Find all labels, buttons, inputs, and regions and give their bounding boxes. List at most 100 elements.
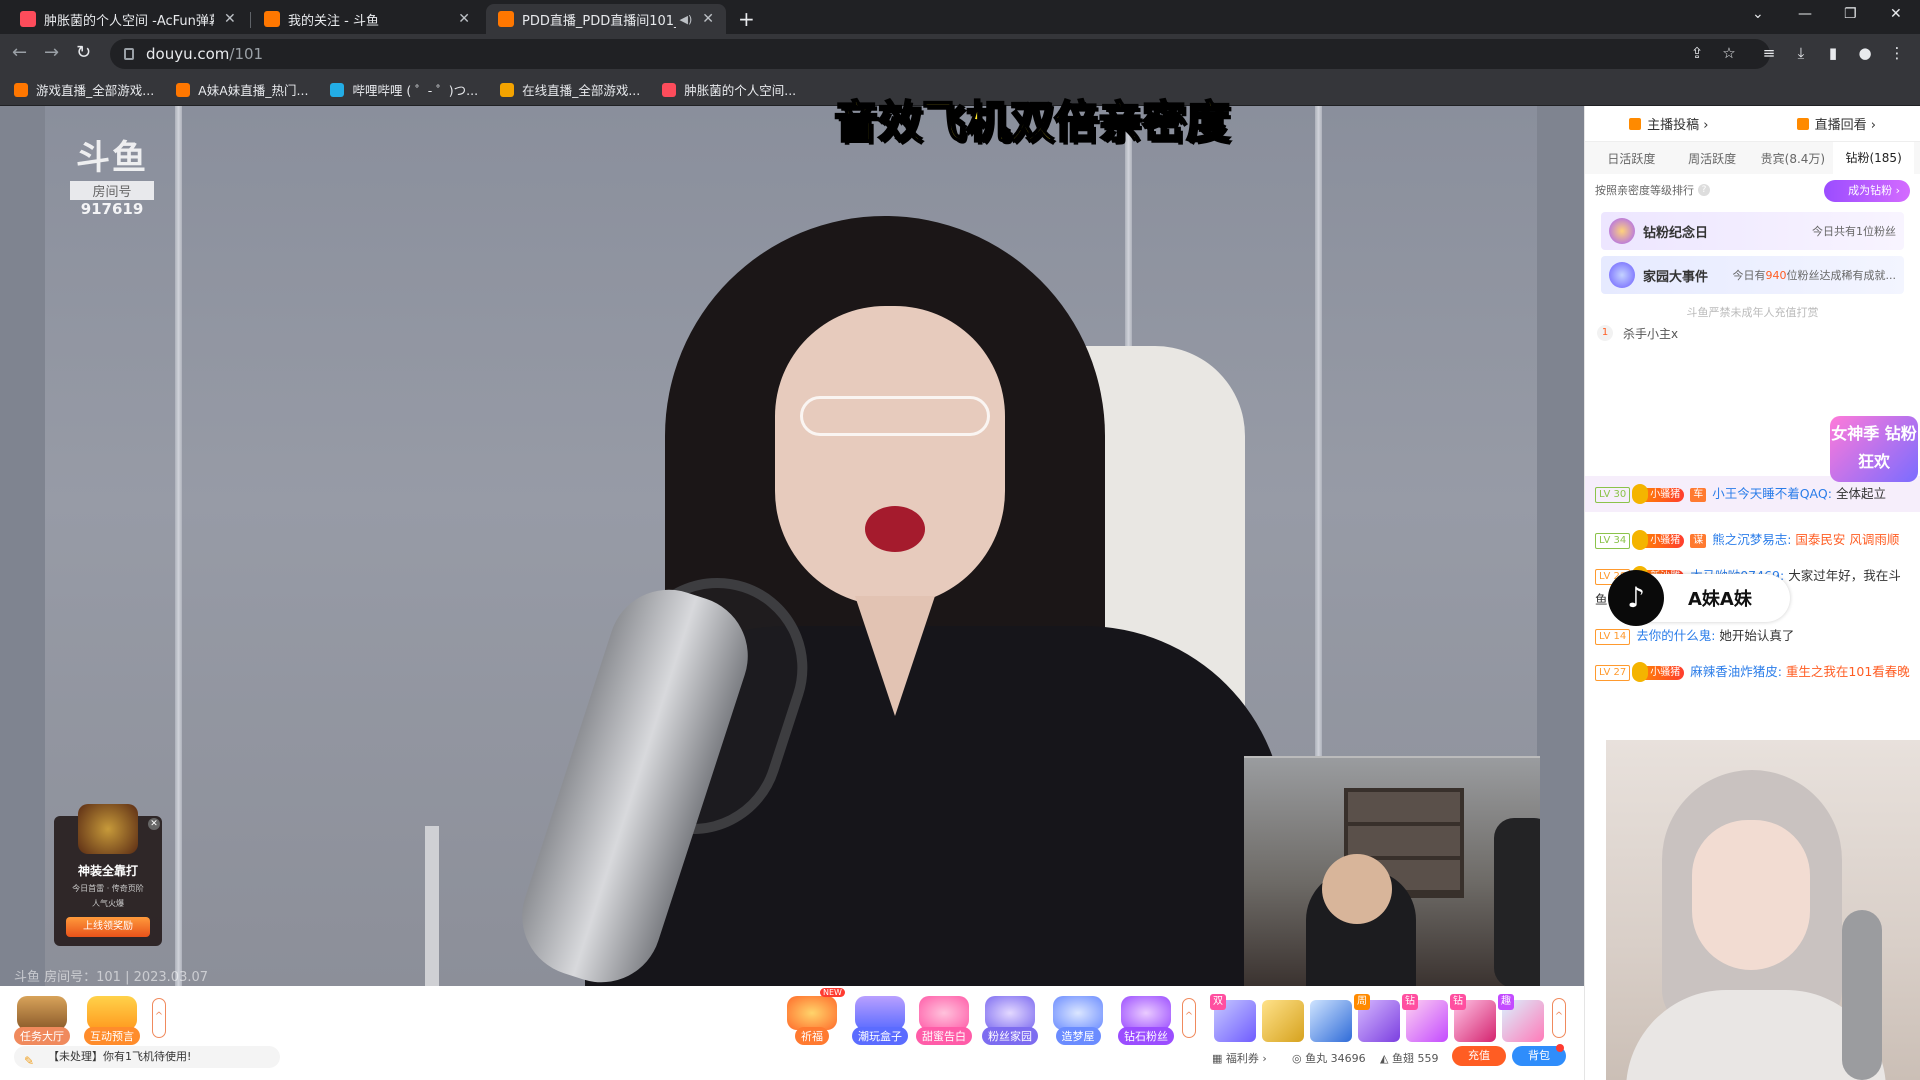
fan-badge: 小骚猪 — [1632, 662, 1685, 682]
welfare-coupon-link[interactable]: ▦ 福利券 › — [1212, 1050, 1267, 1066]
trend-box-icon — [855, 996, 905, 1030]
tab-acfun[interactable]: 肿胀菌的个人空间 -AcFun弹幕视 ✕ — [8, 4, 248, 34]
trend-box-button[interactable]: 潮玩盒子 — [852, 996, 908, 1045]
close-icon[interactable]: ✕ — [702, 11, 714, 27]
diamond-icon — [1121, 996, 1171, 1030]
picture-in-picture-cam — [1244, 756, 1540, 986]
red-dot-badge — [1556, 1044, 1564, 1052]
lock-icon — [124, 48, 134, 60]
tab-separator — [250, 12, 251, 28]
speaker-icon[interactable]: ◀) — [680, 13, 693, 26]
anchor-posts-label: 主播投稿 — [1647, 118, 1700, 133]
pip-streamer-head — [1322, 854, 1392, 924]
tiktok-logo-icon: ♪ — [1608, 570, 1664, 626]
forward-arrow-icon[interactable]: → — [44, 42, 59, 63]
bookmark-item[interactable]: 肿胀菌的个人空间... — [662, 80, 796, 99]
gift-plane-icon[interactable]: 双 — [1210, 994, 1256, 1042]
fan-home-button[interactable]: 粉丝家园 — [982, 996, 1038, 1045]
task-hall-label: 任务大厅 — [14, 1027, 70, 1045]
facecam-microphone — [1842, 910, 1882, 1080]
become-diamond-fan-label: 成为钻粉 — [1848, 184, 1893, 197]
download-icon[interactable]: ⤓ — [1792, 44, 1810, 62]
chat-message[interactable]: LV 34 小骚猪谋熊之沉梦易志: 国泰民安 风调雨顺 — [1585, 522, 1920, 558]
bookmark-item[interactable]: 哔哩哔哩 ( ゜- ゜)つ... — [330, 80, 478, 99]
window-close-icon[interactable]: ✕ — [1890, 6, 1902, 22]
chat-text: 全体起立 — [1835, 486, 1886, 501]
new-tab-plus-icon[interactable]: + — [738, 7, 755, 31]
rank-row[interactable]: 1 杀手小主x — [1585, 320, 1920, 346]
dream-house-button[interactable]: 造梦屋 — [1050, 996, 1106, 1045]
chat-message[interactable]: LV 27 小骚猪 麻辣香油炸猪皮: 重生之我在101看春晚 — [1585, 654, 1920, 690]
prediction-button[interactable]: 互动预言 — [84, 996, 140, 1045]
tab-daily-activity[interactable]: 日活跃度 — [1591, 150, 1672, 167]
minimize-icon[interactable]: — — [1798, 6, 1812, 22]
diamond-fan-button[interactable]: 钻石粉丝 — [1118, 996, 1174, 1045]
tab-diamond-fans[interactable]: 钻粉(185) — [1833, 142, 1914, 174]
tab-title: 肿胀菌的个人空间 -AcFun弹幕视 — [44, 13, 214, 29]
tab-douyu-follow[interactable]: 我的关注 - 斗鱼 ✕ — [252, 4, 482, 34]
home-event-icon — [1609, 262, 1635, 288]
tab-search-chevron-icon[interactable]: ⌄ — [1752, 6, 1764, 22]
level-badge: LV 30 — [1595, 487, 1631, 503]
become-diamond-fan-button[interactable]: 成为钻粉 › — [1824, 180, 1910, 202]
gift-card-icon[interactable]: 趣 — [1498, 994, 1544, 1042]
goddess-event-badge[interactable]: 女神季 钻粉狂欢 — [1830, 416, 1918, 482]
expand-left-icon[interactable]: ^ — [152, 998, 166, 1038]
banner-sub: 今日有940位粉丝达成稀有成就... — [1733, 267, 1897, 283]
close-icon[interactable]: ✕ — [224, 11, 236, 27]
help-icon[interactable]: ? — [1698, 184, 1710, 196]
media-control-icon[interactable]: ≡ — [1760, 44, 1778, 62]
chat-username[interactable]: 去你的什么鬼: — [1636, 628, 1715, 643]
chat-username[interactable]: 熊之沉梦易志: — [1712, 532, 1791, 547]
anchor-posts-link[interactable]: 主播投稿 › — [1629, 114, 1708, 133]
address-bar[interactable]: douyu.com/101 — [110, 39, 1770, 69]
game-promo-card[interactable]: ✕ 神装全靠打 今日首雷 · 传奇页阶 人气火爆 上线领奖励 — [54, 804, 162, 946]
claim-reward-button[interactable]: 上线领奖励 — [66, 917, 150, 937]
video-player[interactable]: 斗鱼 房间号 917619 ✕ 神装全靠打 今日首雷 · 传奇页阶 人气火爆 上… — [0, 106, 1584, 986]
room-number-logo: 斗鱼 房间号 917619 — [70, 130, 154, 218]
bookmark-star-icon[interactable]: ☆ — [1720, 44, 1738, 62]
backpack-button[interactable]: 背包 — [1512, 1044, 1566, 1066]
tab-weekly-activity[interactable]: 周活跃度 — [1672, 150, 1753, 167]
gift-rocket-icon[interactable] — [1310, 1000, 1352, 1042]
replay-icon — [1796, 118, 1809, 130]
tag: 周 — [1354, 994, 1370, 1010]
recharge-button[interactable]: 充值 — [1452, 1046, 1506, 1066]
menu-kebab-icon[interactable]: ⋮ — [1888, 44, 1906, 62]
bookmark-item[interactable]: 在线直播_全部游戏... — [500, 80, 640, 99]
chat-username[interactable]: 麻辣香油炸猪皮: — [1690, 664, 1782, 679]
gift-sword-icon[interactable] — [1262, 1000, 1304, 1042]
sweet-confession-label: 甜蜜告白 — [916, 1027, 972, 1045]
diamond-anniversary-banner[interactable]: 钻粉纪念日 今日共有1位粉丝 — [1601, 212, 1904, 250]
gift-wand-icon[interactable]: 钻 — [1402, 994, 1448, 1042]
tab-vip[interactable]: 贵宾(8.4万) — [1753, 150, 1834, 167]
gift-fan-icon[interactable]: 钻 — [1450, 994, 1496, 1042]
task-hall-button[interactable]: 任务大厅 — [14, 996, 70, 1045]
home-event-banner[interactable]: 家园大事件 今日有940位粉丝达成稀有成就... — [1601, 256, 1904, 294]
sweet-confession-button[interactable]: 甜蜜告白 — [916, 996, 972, 1045]
chat-username[interactable]: 小王今天睡不着QAQ: — [1712, 486, 1832, 501]
close-icon[interactable]: ✕ — [458, 11, 470, 27]
bookmark-label: A妹A妹直播_热门... — [198, 83, 309, 98]
reload-icon[interactable]: ↻ — [76, 42, 91, 63]
acfun-favicon-icon — [662, 82, 677, 97]
profile-icon[interactable]: ● — [1856, 44, 1874, 62]
expand-gifts-icon[interactable]: ^ — [1182, 998, 1196, 1038]
unused-plane-notice[interactable]: ✎ 【未处理】你有1飞机待使用! — [14, 1046, 280, 1068]
bookmark-item[interactable]: 游戏直播_全部游戏... — [14, 80, 154, 99]
diamond-badge-icon — [1609, 218, 1635, 244]
close-icon[interactable]: ✕ — [148, 818, 160, 830]
tab-pdd-live[interactable]: PDD直播_PDD直播间101_英 ◀) ✕ — [486, 4, 726, 34]
share-icon[interactable]: ⇪ — [1688, 44, 1706, 62]
blessing-icon — [787, 996, 837, 1030]
restore-icon[interactable]: ❐ — [1844, 6, 1857, 22]
expand-backpack-icon[interactable]: ^ — [1552, 998, 1566, 1038]
gift-box-icon[interactable]: 周 — [1354, 994, 1400, 1042]
wall-light-strip — [175, 106, 182, 986]
bookmark-item[interactable]: A妹A妹直播_热门... — [176, 80, 308, 99]
side-panel-icon[interactable]: ▮ — [1824, 44, 1842, 62]
live-replay-link[interactable]: 直播回看 › — [1796, 114, 1876, 133]
level-badge: LV 27 — [1595, 665, 1631, 681]
blessing-button[interactable]: 祈福 NEW — [784, 988, 845, 1045]
back-arrow-icon[interactable]: ← — [12, 42, 27, 63]
